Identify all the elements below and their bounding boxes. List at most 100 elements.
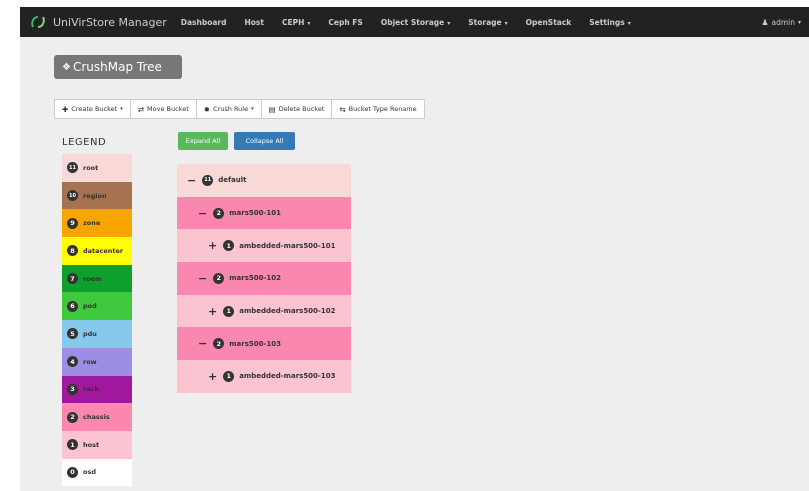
nav-item-openstack[interactable]: OpenStack <box>526 18 572 27</box>
collapse-all-button[interactable]: Collapse All <box>234 132 295 150</box>
level-badge: 9 <box>67 217 78 229</box>
legend-label: rack <box>83 385 99 394</box>
nav-item-ceph[interactable]: CEPH ▾ <box>282 18 310 27</box>
create-bucket-button[interactable]: ✚ Create Bucket ▾ <box>54 99 131 119</box>
tree-node-label: mars500-101 <box>229 209 281 218</box>
chevron-down-icon: ▾ <box>447 19 451 27</box>
level-badge: 1 <box>223 370 235 382</box>
nav-item-label: CEPH <box>281 17 305 27</box>
nav-item-label: OpenStack <box>525 17 572 27</box>
tree-node[interactable]: +1 ambedded-mars500-103 <box>177 360 351 393</box>
expand-icon[interactable]: + <box>208 239 217 252</box>
user-icon: ♟ <box>761 17 769 27</box>
legend-label: row <box>83 357 97 366</box>
level-badge: 2 <box>67 411 78 423</box>
nav-item-label: Settings <box>589 17 625 27</box>
legend-item-datacenter: 8 datacenter <box>62 237 132 265</box>
level-badge: 3 <box>67 383 78 395</box>
legend-label: datacenter <box>83 246 124 255</box>
level-badge: 1 <box>223 305 235 317</box>
legend-label: room <box>83 274 102 283</box>
collapse-icon[interactable]: − <box>198 272 207 285</box>
legend-item-chassis: 2 chassis <box>62 403 132 431</box>
level-badge: 0 <box>67 466 78 478</box>
nav-item-label: Host <box>244 17 264 27</box>
legend-item-region: 10 region <box>62 181 132 210</box>
level-badge: 8 <box>67 245 78 257</box>
level-badge: 11 <box>67 162 78 174</box>
nav-item-storage[interactable]: Storage ▾ <box>468 18 507 27</box>
create-bucket-label: Create Bucket <box>71 105 118 113</box>
level-badge: 2 <box>213 338 225 350</box>
crush-rule-label: Crush Rule <box>213 105 249 113</box>
expand-all-button[interactable]: Expand All <box>178 132 228 150</box>
tree-node[interactable]: −2 mars500-101 <box>177 196 351 230</box>
toolbar: ✚ Create Bucket ▾ ⇄ Move Bucket ✹ Crush … <box>54 99 425 119</box>
level-badge: 6 <box>67 300 78 312</box>
page-title-text: CrushMap Tree <box>72 60 162 74</box>
level-badge: 1 <box>223 240 235 252</box>
collapse-icon[interactable]: − <box>198 207 207 220</box>
collapse-icon[interactable]: − <box>187 174 196 187</box>
nav-item-label: Ceph FS <box>328 17 363 27</box>
level-badge: 2 <box>213 272 225 284</box>
expand-icon[interactable]: + <box>208 305 217 318</box>
tree-node[interactable]: −2 mars500-102 <box>177 262 351 295</box>
delete-bucket-button[interactable]: ▤ Delete Bucket <box>260 99 333 119</box>
brand[interactable]: UniVirStore Manager <box>30 14 167 30</box>
legend-item-room: 7 room <box>62 264 132 293</box>
legend-item-pdu: 5 pdu <box>62 320 132 348</box>
chevron-down-icon: ▾ <box>627 19 631 27</box>
page-title: ❖ CrushMap Tree <box>54 55 182 79</box>
collapse-icon[interactable]: − <box>198 337 207 350</box>
chevron-down-icon: ▾ <box>797 18 801 26</box>
trash-icon: ▤ <box>268 104 276 114</box>
tree-node-label: ambedded-mars500-103 <box>239 372 336 381</box>
bucket-type-rename-label: Bucket Type Rename <box>348 105 417 113</box>
level-badge: 2 <box>213 207 225 219</box>
bucket-type-rename-button[interactable]: ⇆ Bucket Type Rename <box>331 99 425 119</box>
level-badge: 4 <box>67 356 78 368</box>
legend-item-osd: 0 osd <box>62 458 132 487</box>
brand-name: UniVirStore Manager <box>53 15 167 29</box>
tree-node-label: ambedded-mars500-102 <box>239 307 336 316</box>
legend-label: region <box>83 191 107 200</box>
legend-label: chassis <box>83 413 110 422</box>
chevron-down-icon: ▾ <box>307 19 311 27</box>
crush-rule-button[interactable]: ✹ Crush Rule ▾ <box>195 99 262 119</box>
nav-item-dashboard[interactable]: Dashboard <box>181 18 227 27</box>
nav-menu: Dashboard Host CEPH ▾ Ceph FS Object Storage ▾… <box>181 18 649 27</box>
tree-node[interactable]: +1 ambedded-mars500-101 <box>177 229 351 263</box>
nav-item-settings[interactable]: Settings ▾ <box>589 18 630 27</box>
move-bucket-button[interactable]: ⇄ Move Bucket <box>129 99 197 119</box>
retweet-icon: ⇆ <box>339 104 346 114</box>
legend-label: zone <box>83 219 101 228</box>
legend-label: pdu <box>83 329 97 338</box>
legend-label: pod <box>83 302 97 311</box>
tree-node[interactable]: −11 default <box>177 164 351 197</box>
delete-bucket-label: Delete Bucket <box>278 105 325 113</box>
main-content: ❖ CrushMap Tree ✚ Create Bucket ▾ ⇄ Move… <box>20 37 809 491</box>
legend-item-zone: 9 zone <box>62 209 132 238</box>
nav-item-label: Storage <box>468 17 502 27</box>
legend-item-row: 4 row <box>62 347 132 376</box>
nav-item-object-storage[interactable]: Object Storage ▾ <box>381 18 450 27</box>
crush-icon: ✹ <box>203 104 211 114</box>
swap-icon: ⇄ <box>137 104 145 114</box>
nav-item-ceph-fs[interactable]: Ceph FS <box>328 18 362 27</box>
legend-item-host: 1 host <box>62 430 132 459</box>
level-badge: 5 <box>67 328 78 340</box>
nav-item-label: Dashboard <box>180 17 227 27</box>
level-badge: 11 <box>202 174 214 186</box>
expand-icon[interactable]: + <box>208 370 217 383</box>
nav-item-host[interactable]: Host <box>244 18 263 27</box>
user-menu[interactable]: ♟ admin ▾ <box>761 7 801 37</box>
chevron-down-icon: ▾ <box>120 106 123 112</box>
legend-label: root <box>83 163 99 172</box>
tree-node-label: default <box>218 176 247 185</box>
nav-item-label: Object Storage <box>380 17 445 27</box>
pin-icon: ❖ <box>62 61 71 73</box>
tree-node[interactable]: −2 mars500-103 <box>177 327 351 361</box>
tree-node[interactable]: +1 ambedded-mars500-102 <box>177 294 351 328</box>
level-badge: 7 <box>67 273 78 285</box>
